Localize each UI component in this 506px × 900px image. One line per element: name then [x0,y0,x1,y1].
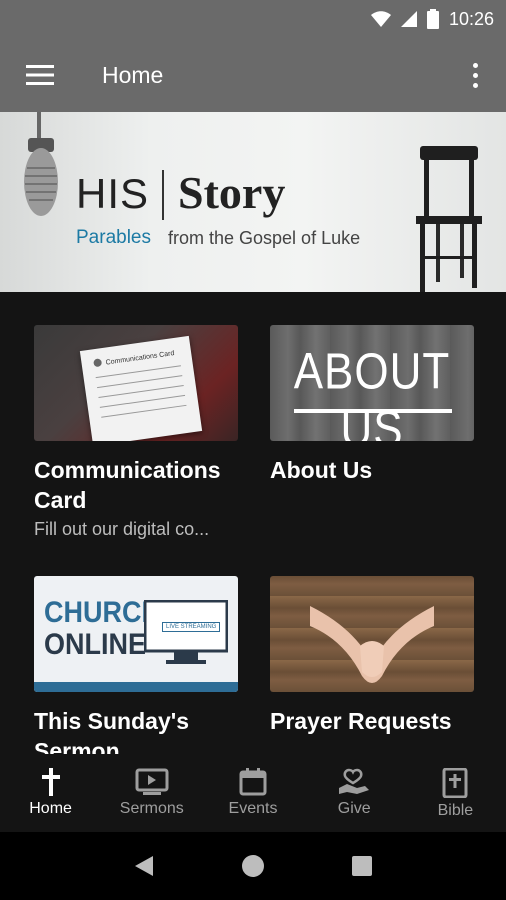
battery-icon [426,9,439,29]
card-title: Communications Card [34,457,221,513]
nav-item-give[interactable]: Give [304,754,405,832]
nav-label: Events [228,800,278,817]
online-text: ONLINE [44,628,147,661]
card-title: About Us [270,457,373,483]
church-online-thumbnail: CHURCH ONLINE LIVE STREAMING [34,576,238,692]
wifi-icon [370,11,391,27]
nav-label: Home [29,800,72,817]
calendar-icon [239,768,267,796]
nav-item-home[interactable]: Home [0,754,101,832]
nav-label: Sermons [119,800,184,817]
card-communications[interactable]: Communications Card Communications Card … [34,325,238,540]
praying-hands-image [310,606,434,683]
about-us-thumb-text: ABOUT US [293,343,451,442]
comm-card-heading: Communications Card [105,350,175,367]
about-us-thumbnail: ABOUT US [270,325,474,441]
banner-subtitle: from the Gospel of Luke [168,228,361,248]
card-sunday-sermon[interactable]: CHURCH ONLINE LIVE STREAMING This Sunday… [34,576,238,754]
card-prayer-requests[interactable]: Prayer Requests [270,576,474,740]
page-title: Home [102,61,164,88]
card-description: Fill out our digital co... [34,519,210,539]
nav-item-events[interactable]: Events [202,754,303,832]
status-bar: 10:26 [0,0,506,38]
banner-parables-text: Parables [76,227,151,248]
nav-label: Bible [437,802,474,819]
bible-icon [442,768,468,798]
prayer-hands-thumbnail [270,576,474,692]
video-icon [135,768,169,795]
clock: 10:26 [448,8,494,29]
microphone-icon [24,112,58,216]
system-navigation-bar [0,832,506,900]
card-about-us[interactable]: ABOUT US About Us [270,325,474,489]
app-bar: Home [0,38,506,112]
hamburger-icon [26,65,54,85]
card-title: Prayer Requests [270,708,452,734]
cross-icon [41,768,60,796]
live-streaming-badge: LIVE STREAMING [162,622,221,632]
card-title: This Sunday's Sermon [34,708,190,754]
banner-divider [162,170,164,220]
home-circle-icon[interactable] [241,854,265,878]
menu-button[interactable] [0,38,80,112]
more-vert-icon [472,62,478,68]
monitor-icon [144,600,228,664]
signal-icon [400,11,417,27]
bottom-navigation: Home Sermons Events Give Bible [0,754,506,832]
content-grid: Communications Card Communications Card … [0,292,506,754]
recents-icon[interactable] [351,855,373,877]
communications-card-thumbnail: Communications Card [34,325,238,441]
chair-image [416,146,482,292]
hero-banner[interactable]: HIS Story Parables from the Gospel of Lu… [0,112,506,292]
nav-label: Give [337,800,371,817]
overflow-menu-button[interactable] [460,54,490,96]
nav-item-sermons[interactable]: Sermons [101,754,202,832]
nav-item-bible[interactable]: Bible [405,754,506,832]
give-heart-icon [339,768,370,794]
back-icon[interactable] [133,854,155,878]
banner-his-text: HIS [76,170,150,217]
banner-story-text: Story [178,167,286,218]
